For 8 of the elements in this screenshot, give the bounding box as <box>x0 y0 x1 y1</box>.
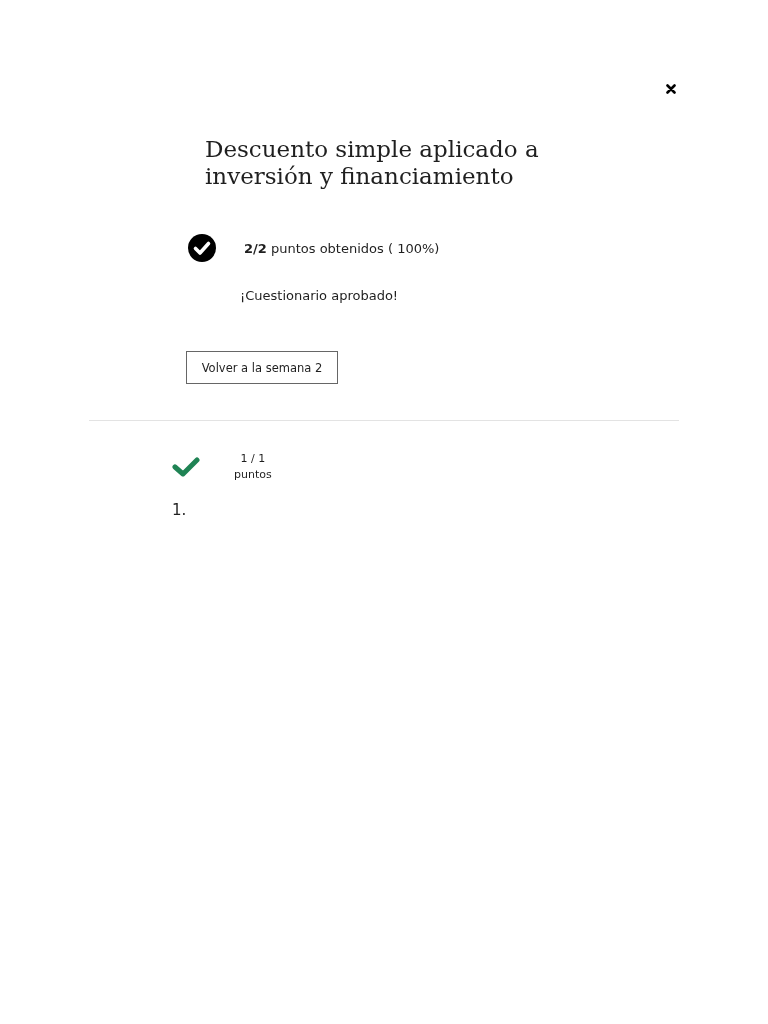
points-value: 1 / 1 <box>240 451 266 467</box>
quiz-title: Descuento simple aplicado a inversión y financiamiento <box>205 136 540 190</box>
pass-message: ¡Cuestionario aprobado! <box>240 288 400 303</box>
points-label: puntos <box>234 467 272 483</box>
close-icon[interactable] <box>666 84 676 94</box>
back-button[interactable]: Volver a la semana 2 <box>186 351 338 384</box>
score-text: 2/2 puntos obtenidos ( 100%) <box>244 240 440 256</box>
question-number: 1. <box>172 501 188 519</box>
